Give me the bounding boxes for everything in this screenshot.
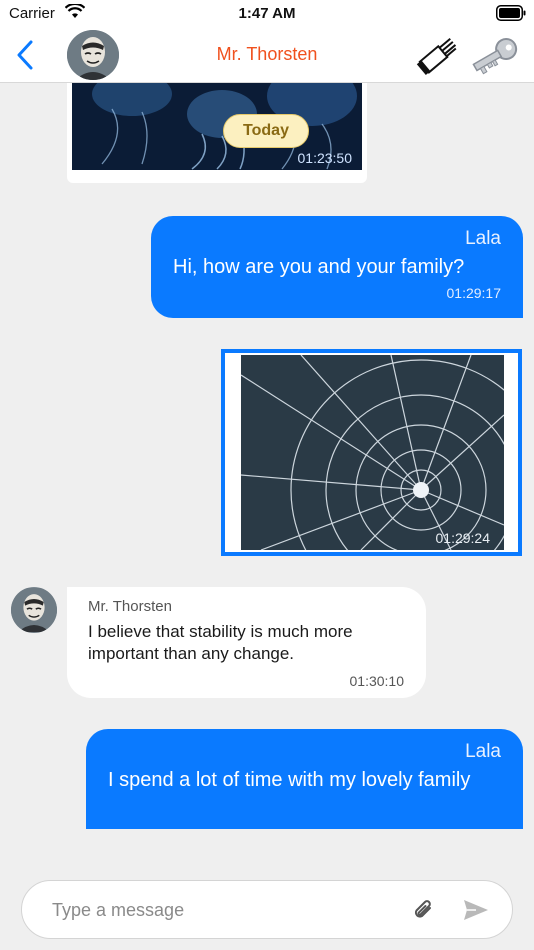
incoming-image-message[interactable]: 01:23:50 (67, 83, 367, 183)
message-time: 01:30:10 (349, 673, 405, 689)
incoming-image-time: 01:23:50 (297, 150, 353, 166)
message-composer (21, 880, 513, 939)
jellyfish-image: 01:23:50 (72, 83, 362, 170)
outgoing-message[interactable]: Lala I spend a lot of time with my lovel… (86, 729, 523, 829)
battery-icon (496, 5, 526, 21)
chat-scroll-area[interactable]: 01:23:50 Today Lala Hi, how are you and … (0, 83, 534, 829)
nav-bar: Mr. Thorsten (0, 30, 534, 83)
image-frame: 01:29:24 (225, 353, 518, 552)
message-text: I spend a lot of time with my lovely fam… (108, 769, 471, 791)
message-sender: Lala (465, 228, 501, 249)
message-sender: Lala (465, 741, 501, 762)
status-bar: Carrier 1:47 AM (0, 0, 534, 30)
paperclip-icon[interactable] (410, 897, 436, 923)
outgoing-message[interactable]: Lala Hi, how are you and your family? 01… (151, 216, 523, 318)
message-time: 01:29:17 (446, 285, 502, 301)
message-sender: Mr. Thorsten (88, 598, 172, 615)
date-divider-badge: Today (223, 114, 309, 148)
status-time: 1:47 AM (238, 5, 296, 22)
outgoing-image-message[interactable]: 01:29:24 (221, 349, 522, 556)
sender-avatar[interactable] (11, 587, 57, 633)
key-icon[interactable] (466, 30, 522, 82)
message-text: I believe that stability is much more im… (88, 622, 353, 663)
incoming-message[interactable]: Mr. Thorsten I believe that stability is… (67, 587, 426, 698)
broken-glass-image: 01:29:24 (241, 355, 504, 550)
outgoing-image-time: 01:29:24 (435, 530, 491, 546)
message-text: Hi, how are you and your family? (173, 256, 465, 278)
message-input[interactable] (52, 897, 382, 923)
send-icon[interactable] (462, 897, 490, 923)
brush-icon[interactable] (410, 32, 462, 80)
